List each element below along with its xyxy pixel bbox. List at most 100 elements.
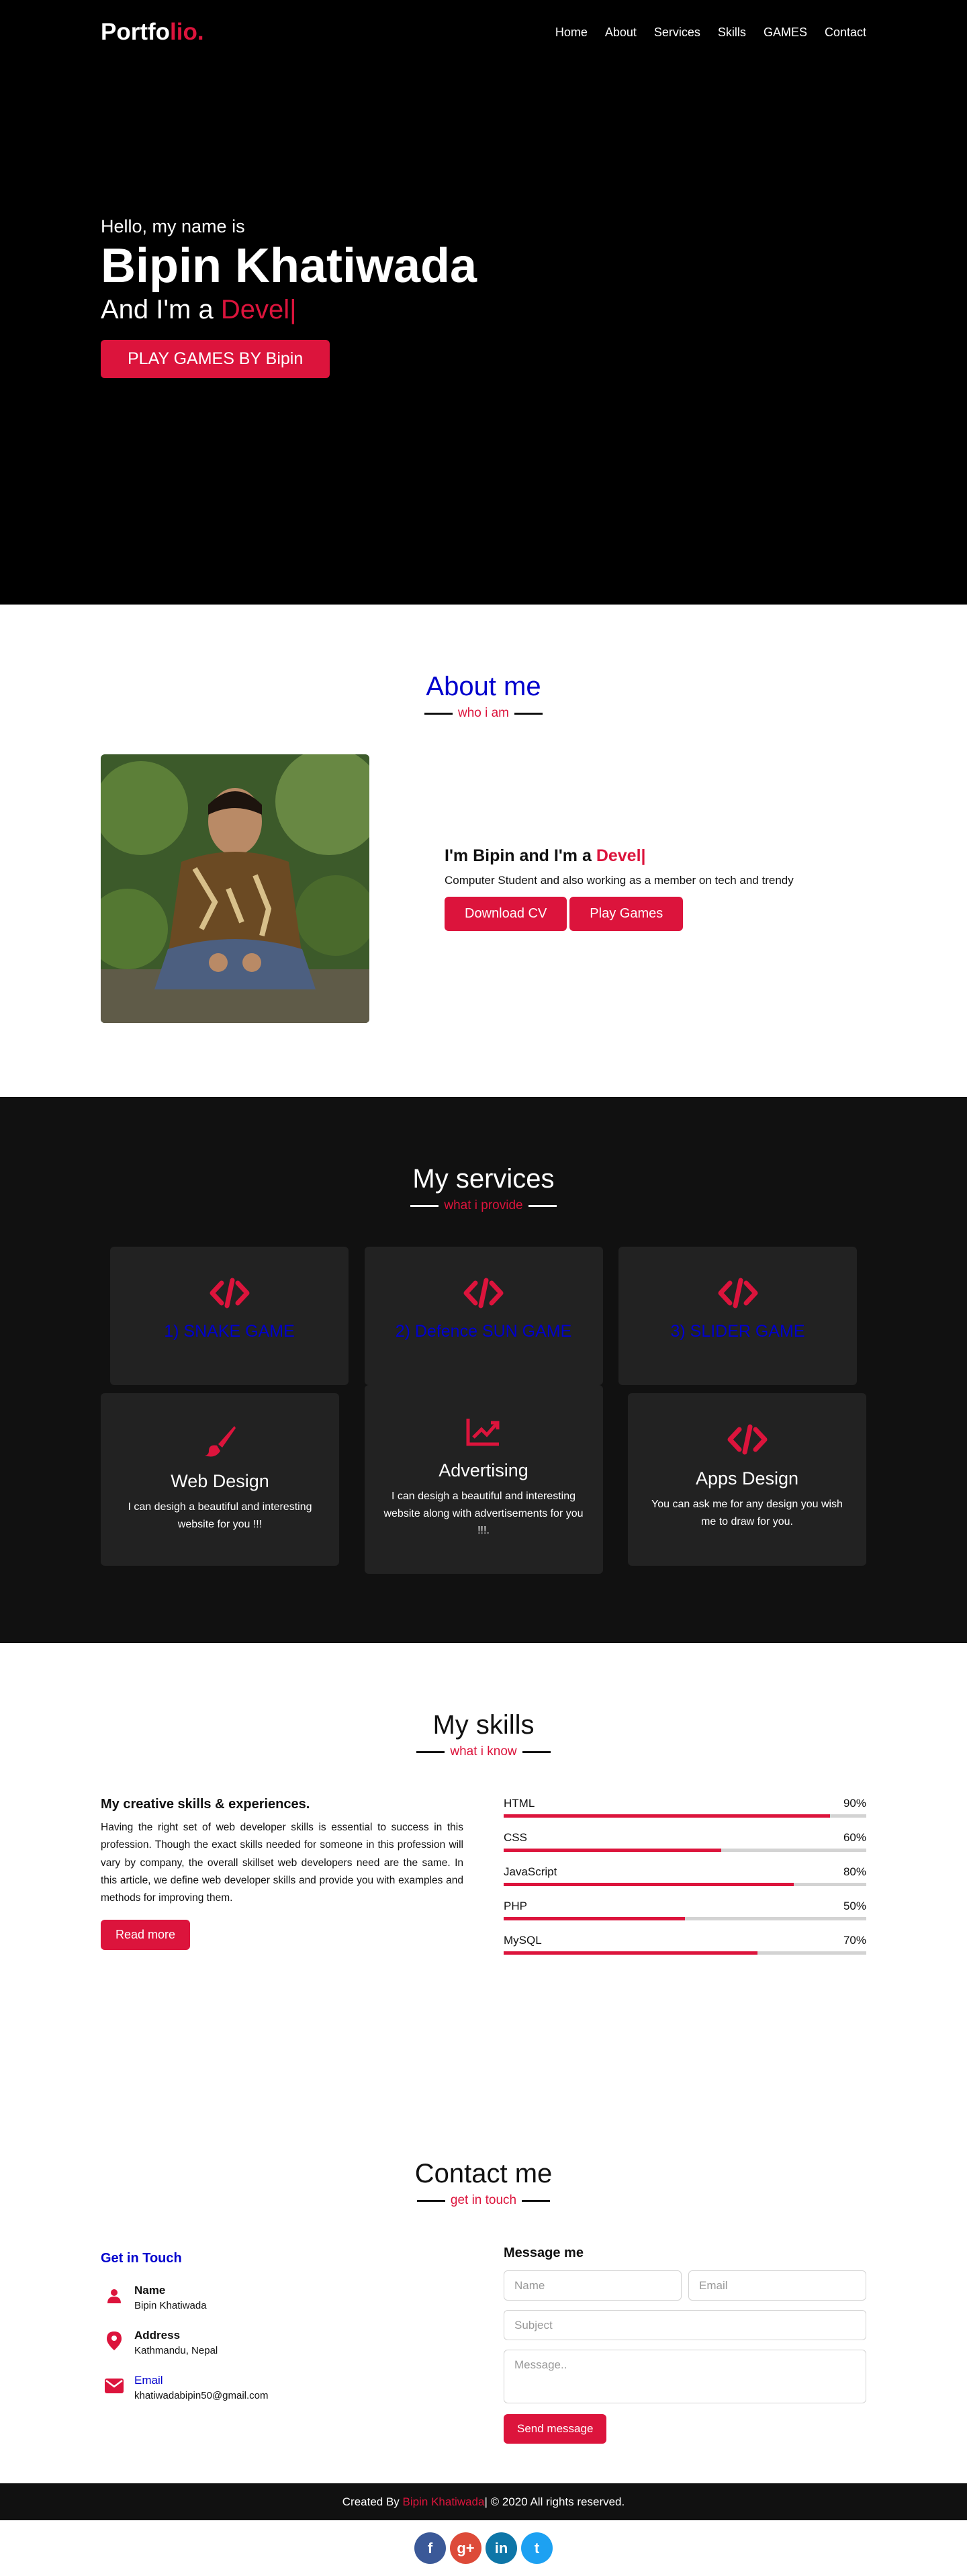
game-card-snake[interactable]: 1) SNAKE GAME — [110, 1247, 349, 1385]
services-subtitle: what i provide — [101, 1198, 866, 1213]
skill-bar-php: PHP 50% — [504, 1900, 866, 1920]
service-description: I can desigh a beautiful and interesting… — [128, 1501, 312, 1530]
skills-text: Having the right set of web developer sk… — [101, 1822, 463, 1904]
nav-link-contact[interactable]: Contact — [825, 26, 866, 40]
service-title: Advertising — [439, 1460, 528, 1480]
nav-link-services[interactable]: Services — [654, 26, 700, 40]
chart-line-icon — [381, 1416, 587, 1450]
skill-bar-html: HTML 90% — [504, 1797, 866, 1818]
message-textarea[interactable]: Message.. — [504, 2350, 866, 2403]
download-cv-button[interactable]: Download CV — [445, 897, 567, 931]
play-games-button[interactable]: PLAY GAMES BY Bipin — [101, 339, 330, 378]
footer-copyright: | © 2020 All rights reserved. — [484, 2495, 625, 2508]
hero-role-prefix: And I'm a — [101, 294, 221, 324]
hero-name: Bipin Khatiwada — [101, 239, 477, 293]
about-subtitle-text: who i am — [457, 706, 510, 720]
skill-name: CSS — [504, 1831, 527, 1844]
get-in-touch-heading: Get in Touch — [101, 2251, 182, 2266]
contact-name-row: Name Bipin Khatiwada — [101, 2284, 463, 2311]
game-card-slider[interactable]: 3) SLIDER GAME — [618, 1247, 857, 1385]
contact-email-value: khatiwadabipin50@gmail.com — [134, 2390, 269, 2401]
email-input[interactable]: Email — [688, 2270, 866, 2301]
service-title: Web Design — [171, 1471, 269, 1491]
service-card-web-design: Web Design I can desigh a beautiful and … — [101, 1393, 339, 1566]
service-card-apps-design: Apps Design You can ask me for any desig… — [628, 1393, 866, 1566]
nav-link-games[interactable]: GAMES — [764, 26, 807, 40]
contact-email-label: Email — [134, 2374, 163, 2387]
game-label[interactable]: 1) SNAKE GAME — [110, 1322, 349, 1341]
contact-name-value: Bipin Khatiwada — [134, 2300, 207, 2311]
divider-line — [424, 712, 453, 715]
service-description: You can ask me for any design you wish m… — [651, 1499, 843, 1527]
contact-form: Message me Name Email Subject Message.. … — [504, 2246, 866, 2444]
hero-role: And I'm a Devel| — [101, 295, 477, 325]
skill-name: HTML — [504, 1797, 535, 1810]
about-section: About me who i am I'm Bipin and I'm a De… — [0, 605, 967, 1097]
envelope-icon — [101, 2378, 128, 2397]
paintbrush-icon — [117, 1424, 323, 1460]
linkedin-icon[interactable]: in — [486, 2532, 517, 2564]
subject-input[interactable]: Subject — [504, 2310, 866, 2340]
code-icon — [110, 1278, 349, 1311]
game-card-defence-sun[interactable]: 2) Defence SUN GAME — [364, 1247, 603, 1385]
contact-title: Contact me — [414, 2159, 553, 2188]
footer-author-link[interactable]: Bipin Khatiwada — [403, 2495, 485, 2509]
about-heading-typed: Devel| — [596, 846, 646, 865]
google-plus-icon[interactable]: g+ — [450, 2532, 481, 2564]
typing-cursor: | — [289, 294, 297, 324]
code-icon — [618, 1278, 857, 1311]
divider-line — [522, 1750, 551, 1753]
contact-address-row: Address Kathmandu, Nepal — [101, 2329, 463, 2356]
nav-link-home[interactable]: Home — [555, 26, 588, 40]
profile-photo — [101, 754, 369, 1023]
contact-name-label: Name — [134, 2284, 166, 2297]
skills-subtitle: what i know — [101, 1744, 866, 1759]
code-icon — [365, 1278, 603, 1311]
skills-title: My skills — [432, 1710, 535, 1740]
skill-track — [504, 1917, 866, 1920]
hero-text: Hello, my name is Bipin Khatiwada And I'… — [101, 216, 477, 378]
name-input[interactable]: Name — [504, 2270, 682, 2301]
skill-percent: 60% — [843, 1831, 866, 1844]
map-marker-icon — [101, 2331, 128, 2354]
logo[interactable]: Portfolio. — [101, 19, 204, 46]
skills-subtitle-text: what i know — [450, 1744, 517, 1759]
hero-section: Portfolio. Home About Services Skills GA… — [0, 0, 967, 605]
about-subtitle: who i am — [101, 706, 866, 721]
about-heading: I'm Bipin and I'm a Devel| — [445, 846, 794, 866]
skill-percent: 90% — [843, 1797, 866, 1810]
service-title: Apps Design — [695, 1468, 799, 1489]
skill-percent: 70% — [843, 1934, 866, 1947]
hero-greeting: Hello, my name is — [101, 216, 245, 236]
skill-name: JavaScript — [504, 1865, 557, 1878]
skill-fill — [504, 1883, 794, 1886]
footer-prefix: Created By — [342, 2495, 400, 2508]
skill-fill — [504, 1917, 685, 1920]
footer: Created By Bipin Khatiwada | © 2020 All … — [0, 2483, 967, 2520]
code-icon — [644, 1424, 850, 1458]
read-more-button[interactable]: Read more — [101, 1919, 191, 1950]
play-games-about-button[interactable]: Play Games — [569, 897, 684, 931]
services-title: My services — [412, 1164, 555, 1194]
skills-heading: My creative skills & experiences. — [101, 1797, 310, 1812]
contact-subtitle: get in touch — [101, 2193, 866, 2208]
twitter-icon[interactable]: t — [521, 2532, 553, 2564]
divider-line — [528, 1204, 557, 1207]
send-message-button[interactable]: Send message — [504, 2414, 607, 2444]
skill-percent: 80% — [843, 1865, 866, 1878]
services-subtitle-text: what i provide — [444, 1198, 523, 1212]
user-icon — [101, 2288, 128, 2308]
hero-role-typed: Devel — [220, 294, 290, 324]
skills-section: My skills what i know My creative skills… — [0, 1643, 967, 2092]
facebook-icon[interactable]: f — [414, 2532, 446, 2564]
contact-subtitle-text: get in touch — [450, 2193, 517, 2207]
about-details: I'm Bipin and I'm a Devel| Computer Stud… — [445, 846, 794, 931]
nav-link-about[interactable]: About — [605, 26, 637, 40]
nav-link-skills[interactable]: Skills — [718, 26, 746, 40]
skill-bar-css: CSS 60% — [504, 1831, 866, 1852]
skill-fill — [504, 1849, 721, 1852]
game-label[interactable]: 3) SLIDER GAME — [618, 1322, 857, 1341]
about-title: About me — [426, 672, 541, 701]
about-text: Computer Student and also working as a m… — [445, 874, 794, 887]
game-label[interactable]: 2) Defence SUN GAME — [365, 1322, 603, 1341]
